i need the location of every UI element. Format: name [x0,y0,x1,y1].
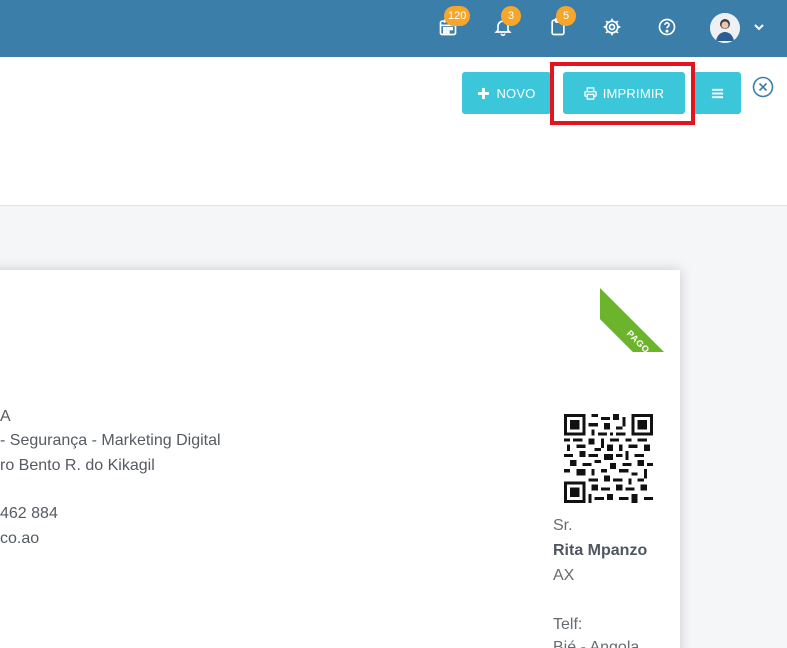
status-ribbon: PAGO [600,266,686,352]
status-ribbon-label: PAGO [600,288,686,352]
top-navbar: 120 3 5 [0,0,787,57]
company-line-2: - Segurança - Marketing Digital [0,432,221,449]
tasks-button[interactable]: 5 [546,6,576,39]
client-name: Rita Mpanzo [553,542,648,559]
help-icon [658,18,676,36]
calendar-badge: 120 [444,6,471,26]
client-phone-label: Telf: [553,616,583,633]
company-line-phone: 462 884 [0,505,58,522]
novo-label: NOVO [496,85,536,101]
gear-icon [603,18,621,36]
imprimir-label: IMPRIMIR [602,85,665,101]
tasks-badge: 5 [556,6,576,26]
more-options-button[interactable] [693,72,741,114]
menu-icon [711,88,723,98]
calendar-button[interactable]: 120 [436,6,471,39]
avatar-icon [710,13,740,43]
notifications-badge: 3 [501,6,521,26]
client-line-1: AX [553,567,575,584]
notifications-button[interactable]: 3 [491,6,521,39]
settings-button[interactable] [600,15,624,39]
chevron-down-icon[interactable] [752,20,766,34]
help-button[interactable] [655,15,679,39]
filter-strip [0,131,787,206]
company-line-web: co.ao [0,530,40,547]
client-address: Bié - Angola [553,639,640,648]
action-bar: NOVO IMPRIMIR [0,57,787,131]
close-icon[interactable] [752,76,774,98]
imprimir-button[interactable]: IMPRIMIR [563,72,685,114]
company-line-1: A [0,408,11,425]
company-line-3: ro Bento R. do Kikagil [0,457,155,474]
qr-code-icon [564,414,653,503]
plus-icon [478,87,490,99]
client-salutation: Sr. [553,517,573,534]
user-avatar[interactable] [710,13,740,43]
novo-button[interactable]: NOVO [462,72,551,114]
printer-icon [583,86,597,100]
